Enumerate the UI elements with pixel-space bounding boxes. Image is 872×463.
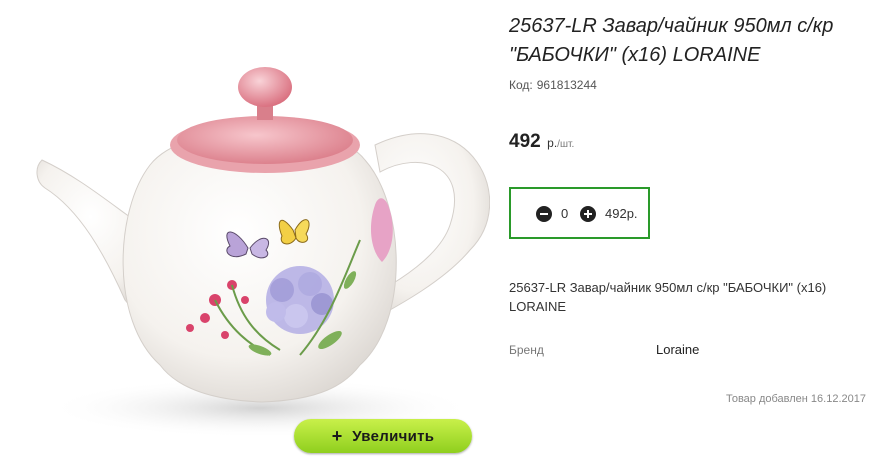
zoom-label: Увеличить <box>352 427 435 445</box>
price-value: 492 <box>509 131 541 152</box>
added-date: Товар добавлен 16.12.2017 <box>725 393 866 405</box>
product-title: 25637-LR Завар/чайник 950мл с/кр "БАБОЧК… <box>509 15 834 66</box>
brand-value[interactable]: Loraine <box>656 342 699 357</box>
quantity-sum: 492р. <box>605 206 638 221</box>
product-description: 25637-LR Завар/чайник 950мл с/кр "БАБОЧК… <box>509 280 827 314</box>
brand-label: Бренд <box>509 343 544 357</box>
quantity-value[interactable]: 0 <box>561 206 568 221</box>
code-label: Код: <box>509 78 533 92</box>
zoom-button[interactable]: + Увеличить <box>294 419 472 453</box>
code-value: 961813244 <box>536 78 597 92</box>
price-per-unit: /шт. <box>557 139 575 150</box>
plus-icon: + <box>331 425 343 446</box>
price-unit: р. <box>547 136 558 150</box>
product-image[interactable]: + Увеличить <box>0 0 490 463</box>
quantity-selector: 0 492р. <box>509 187 650 239</box>
teapot-illustration <box>36 67 490 438</box>
plus-icon[interactable] <box>580 206 596 222</box>
price: 492 р./шт. <box>509 131 574 153</box>
product-code: Код: 961813244 <box>509 78 597 92</box>
minus-icon[interactable] <box>536 206 552 222</box>
